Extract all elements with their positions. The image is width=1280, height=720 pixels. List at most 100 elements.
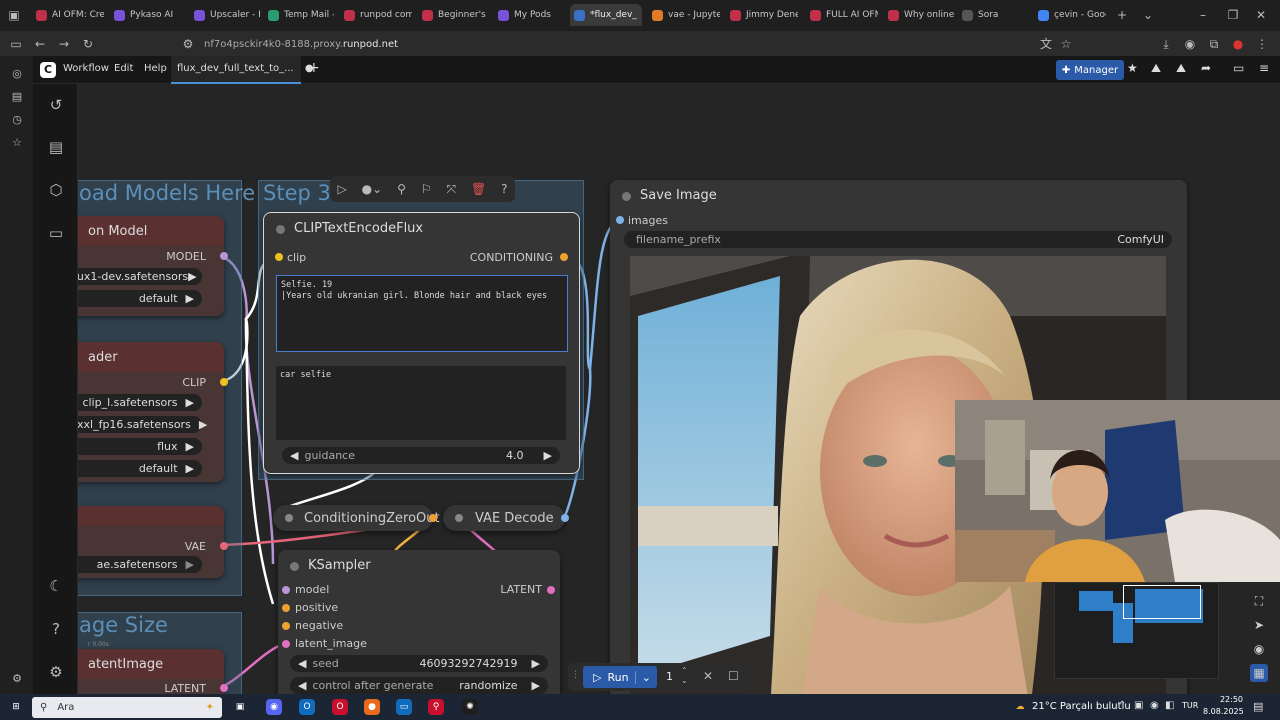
browser-tab[interactable]: çevin - Googl: [1034, 4, 1106, 26]
browser-tab[interactable]: runpod comfy: [340, 4, 412, 26]
run-button[interactable]: ▷ Run ⌄: [583, 666, 657, 688]
task-view-icon[interactable]: ▣: [232, 699, 248, 715]
minimap-toggle-icon[interactable]: ▦: [1250, 664, 1268, 682]
discord-icon[interactable]: ◉: [266, 699, 282, 715]
clip-type-widget[interactable]: flux ▶: [78, 438, 202, 455]
extensions-icon[interactable]: ⧉: [1206, 36, 1222, 52]
tab-actions-icon[interactable]: ▣: [6, 7, 22, 23]
batch-stepper-icon[interactable]: ⌃ ⌄: [681, 666, 688, 686]
sidebar-wallet-icon[interactable]: ▤: [9, 89, 25, 105]
firefox-icon[interactable]: ●: [364, 699, 380, 715]
latent-input-slot[interactable]: [282, 640, 290, 648]
model-library-icon[interactable]: ⛰: [1176, 61, 1186, 76]
bookmark-star-icon[interactable]: ☆: [1058, 36, 1074, 52]
fit-view-icon[interactable]: ⛶: [1250, 592, 1268, 610]
negative-input-slot[interactable]: [282, 622, 290, 630]
node-list-icon[interactable]: ▤: [46, 137, 66, 157]
chatgpt-icon[interactable]: ✺: [462, 699, 478, 715]
browser-tab[interactable]: Pykaso AI: [110, 4, 182, 26]
run-options-chevron-icon[interactable]: ⌄: [634, 670, 651, 684]
comfy-logo-icon[interactable]: C: [40, 62, 56, 78]
tray-app-icon[interactable]: ▣: [1134, 700, 1143, 711]
vpn-icon[interactable]: ◉: [1182, 36, 1198, 52]
opera-icon[interactable]: O: [332, 699, 348, 715]
weather-icon[interactable]: ☁: [1012, 699, 1028, 715]
execute-node-icon[interactable]: ▷: [337, 182, 346, 196]
back-icon[interactable]: ←: [32, 36, 48, 52]
sidebar-history-icon[interactable]: ◷: [9, 112, 25, 128]
close-window-icon[interactable]: ✕: [1253, 7, 1269, 23]
browser-menu-icon[interactable]: ⋮: [1254, 36, 1270, 52]
weight-dtype-widget[interactable]: default ▶: [78, 290, 202, 307]
share-icon[interactable]: ➦: [1201, 61, 1211, 75]
download-icon[interactable]: ⤓: [1158, 36, 1174, 52]
browser-tab[interactable]: AI OFM: Crea: [32, 4, 104, 26]
start-icon[interactable]: ⊞: [8, 699, 24, 715]
menu-workflow[interactable]: Workflow: [63, 63, 109, 74]
vae-output-slot[interactable]: [220, 542, 228, 550]
maps-pin-icon[interactable]: ⚲: [428, 699, 444, 715]
seed-widget[interactable]: ◀ seed 46093292742919 ▶: [290, 655, 548, 672]
vae-decode-output-slot[interactable]: [561, 514, 569, 522]
clip-device-widget[interactable]: default ▶: [78, 460, 202, 477]
browser-tab[interactable]: Jimmy Dener: [726, 4, 798, 26]
weather-text[interactable]: 21°C Parçalı bulutlu: [1032, 701, 1131, 712]
browser-tab[interactable]: *flux_dev_✕: [570, 4, 642, 26]
clock-date[interactable]: 8.08.2025: [1203, 707, 1244, 716]
workflows-folder-icon[interactable]: ▭: [46, 223, 66, 243]
clock-time[interactable]: 22:50: [1213, 695, 1243, 704]
browser-tab[interactable]: Why online A: [884, 4, 954, 26]
clip-output-slot[interactable]: [220, 378, 228, 386]
delete-icon[interactable]: 🗑: [471, 182, 486, 196]
pin-icon[interactable]: ⚐: [421, 182, 432, 196]
ksampler-output-slot[interactable]: [547, 586, 555, 594]
tray-record-icon[interactable]: ◉: [1150, 700, 1159, 711]
favorite-star-icon[interactable]: ★: [1127, 61, 1138, 75]
node-dual-clip-loader[interactable]: ader CLIP clip_l.safetensors ▶ 5xxl_fp16.…: [78, 342, 228, 482]
queue-history-icon[interactable]: ↺: [46, 95, 66, 115]
sidebar-settings-icon[interactable]: ◎: [9, 66, 25, 82]
panel-toggle-icon[interactable]: ▭: [1233, 61, 1244, 75]
model-input-slot[interactable]: [282, 586, 290, 594]
menu-edit[interactable]: Edit: [114, 63, 133, 74]
t5xxl-textarea[interactable]: car selfie: [276, 366, 566, 440]
unet-name-widget[interactable]: flux1-dev.safetensors ▶: [78, 268, 202, 285]
clip-l-textarea[interactable]: Selfie. 19 |Years old ukranian girl. Blo…: [276, 275, 568, 352]
theme-moon-icon[interactable]: ☾: [46, 576, 66, 596]
batch-count-input[interactable]: 1: [666, 670, 673, 683]
canvas-minimap[interactable]: [1054, 582, 1219, 679]
filename-prefix-widget[interactable]: filename_prefix ComfyUI: [624, 231, 1172, 248]
toggle-links-icon[interactable]: ◉: [1250, 640, 1268, 658]
manager-button[interactable]: ✚ Manager: [1056, 60, 1124, 80]
clip-name2-widget[interactable]: 5xxl_fp16.safetensors ▶: [78, 416, 207, 433]
translate-icon[interactable]: 文: [1038, 36, 1054, 52]
node-load-vae[interactable]: VAE ae.safetensors ▶: [78, 506, 228, 578]
images-input-slot[interactable]: [616, 216, 624, 224]
tray-chevron-icon[interactable]: ⌃: [1118, 700, 1126, 711]
sidebar-customize-icon[interactable]: ⚙: [9, 671, 25, 687]
sidebar-bookmarks-icon[interactable]: ☆: [9, 135, 25, 151]
new-tab-icon[interactable]: +: [1114, 7, 1130, 23]
select-mode-icon[interactable]: ➤: [1250, 616, 1268, 634]
add-workflow-icon[interactable]: +: [308, 60, 320, 76]
bypass-icon[interactable]: ⚲: [397, 182, 406, 196]
clip-input-slot[interactable]: [275, 253, 283, 261]
cond-zero-output-slot[interactable]: [429, 514, 437, 522]
control-after-generate-widget[interactable]: ◀ control after generate randomize ▶: [290, 677, 548, 694]
browser-tab[interactable]: My Pods: [494, 4, 564, 26]
guidance-widget[interactable]: ◀ guidance 4.0 ▶: [282, 447, 560, 464]
language-indicator[interactable]: TUR: [1182, 701, 1198, 710]
browser-tab[interactable]: Temp Mail - D: [264, 4, 334, 26]
clear-queue-icon[interactable]: ☐: [728, 669, 739, 683]
latent-output-slot[interactable]: [220, 684, 228, 692]
convert-subgraph-icon[interactable]: ⤧: [446, 182, 456, 197]
node-library-icon[interactable]: ⛰: [1151, 61, 1161, 76]
settings-gear-icon[interactable]: ⚙: [46, 662, 66, 682]
hamburger-menu-icon[interactable]: ≡: [1259, 61, 1269, 75]
taskbar-search[interactable]: ⚲ Ara ✦: [32, 697, 222, 718]
browser-tab[interactable]: vae - Jupyterl: [648, 4, 720, 26]
menu-help[interactable]: Help: [144, 63, 167, 74]
tab-search-icon[interactable]: ⌄: [1140, 7, 1156, 23]
positive-input-slot[interactable]: [282, 604, 290, 612]
minimize-icon[interactable]: –: [1195, 7, 1211, 23]
